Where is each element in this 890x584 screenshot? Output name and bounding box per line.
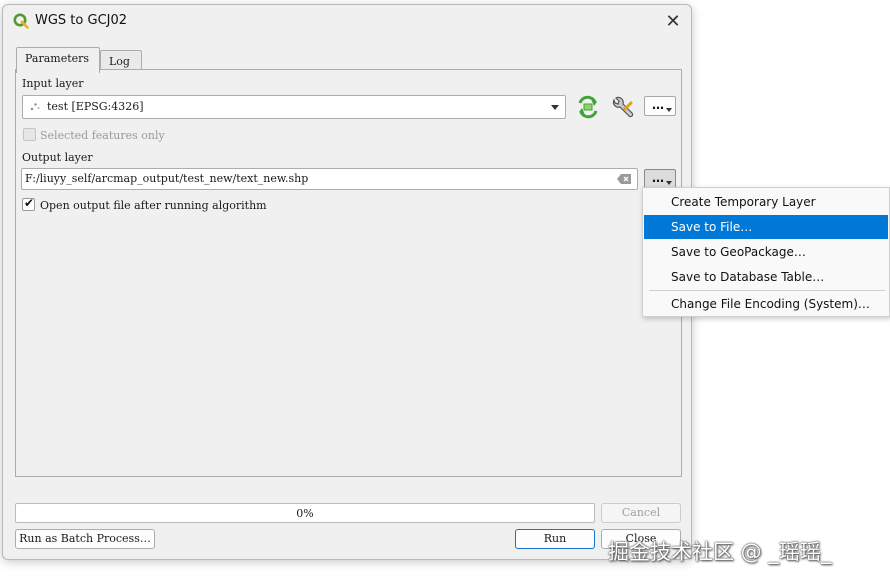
menu-item-save-to-database-table[interactable]: Save to Database Table… (644, 265, 888, 289)
wgs-to-gcj02-dialog: WGS to GCJ02 ✕ Parameters Log Input laye… (2, 4, 692, 560)
cancel-button[interactable]: Cancel (601, 503, 681, 523)
open-output-checkbox[interactable]: ✔ (22, 196, 35, 211)
menu-item-save-to-file[interactable]: Save to File… (644, 215, 888, 239)
title-bar: WGS to GCJ02 ✕ (3, 5, 691, 37)
output-options-button[interactable]: … (644, 169, 676, 189)
wrench-icon[interactable] (608, 94, 636, 122)
output-path-value: F:/liuyy_self/arcmap_output/test_new/tex… (25, 172, 309, 185)
point-layer-icon (30, 103, 40, 111)
chevron-down-icon (666, 108, 672, 112)
selected-features-checkbox[interactable] (23, 128, 36, 141)
batch-process-button[interactable]: Run as Batch Process… (15, 529, 155, 549)
open-output-label: Open output file after running algorithm (40, 199, 267, 212)
progress-text: 0% (296, 507, 314, 520)
qgis-logo-icon (13, 13, 29, 29)
input-layer-value: test [EPSG:4326] (47, 100, 144, 113)
selected-features-label: Selected features only (40, 129, 165, 142)
ellipsis-icon: … (652, 98, 664, 112)
output-path-field[interactable]: F:/liuyy_self/arcmap_output/test_new/tex… (21, 168, 638, 190)
menu-item-change-file-encoding[interactable]: Change File Encoding (System)… (644, 292, 888, 316)
input-layer-combo[interactable]: test [EPSG:4326] (22, 95, 566, 119)
iterate-icon[interactable] (574, 93, 602, 121)
clear-text-icon[interactable] (617, 174, 631, 184)
parameters-panel: Input layer test [EPSG:4326] … Selected … (15, 69, 682, 477)
output-layer-label: Output layer (22, 151, 93, 164)
input-options-button[interactable]: … (644, 96, 676, 116)
ellipsis-icon: … (652, 171, 664, 185)
tab-parameters[interactable]: Parameters (16, 47, 100, 73)
chevron-down-icon (551, 105, 559, 110)
watermark: 掘金技术社区 @ _瑶瑶_ (608, 540, 832, 564)
checkmark-icon: ✔ (24, 196, 35, 210)
menu-item-save-to-geopackage[interactable]: Save to GeoPackage… (644, 240, 888, 264)
input-layer-label: Input layer (22, 77, 84, 90)
menu-item-create-temporary-layer[interactable]: Create Temporary Layer (644, 190, 888, 214)
close-window-button[interactable]: ✕ (659, 9, 687, 35)
progress-bar: 0% (15, 503, 595, 523)
run-button[interactable]: Run (515, 529, 595, 549)
chevron-down-icon (666, 181, 672, 185)
output-options-menu: Create Temporary Layer Save to File… Sav… (642, 187, 890, 317)
window-title: WGS to GCJ02 (35, 13, 128, 28)
menu-separator (649, 290, 885, 291)
